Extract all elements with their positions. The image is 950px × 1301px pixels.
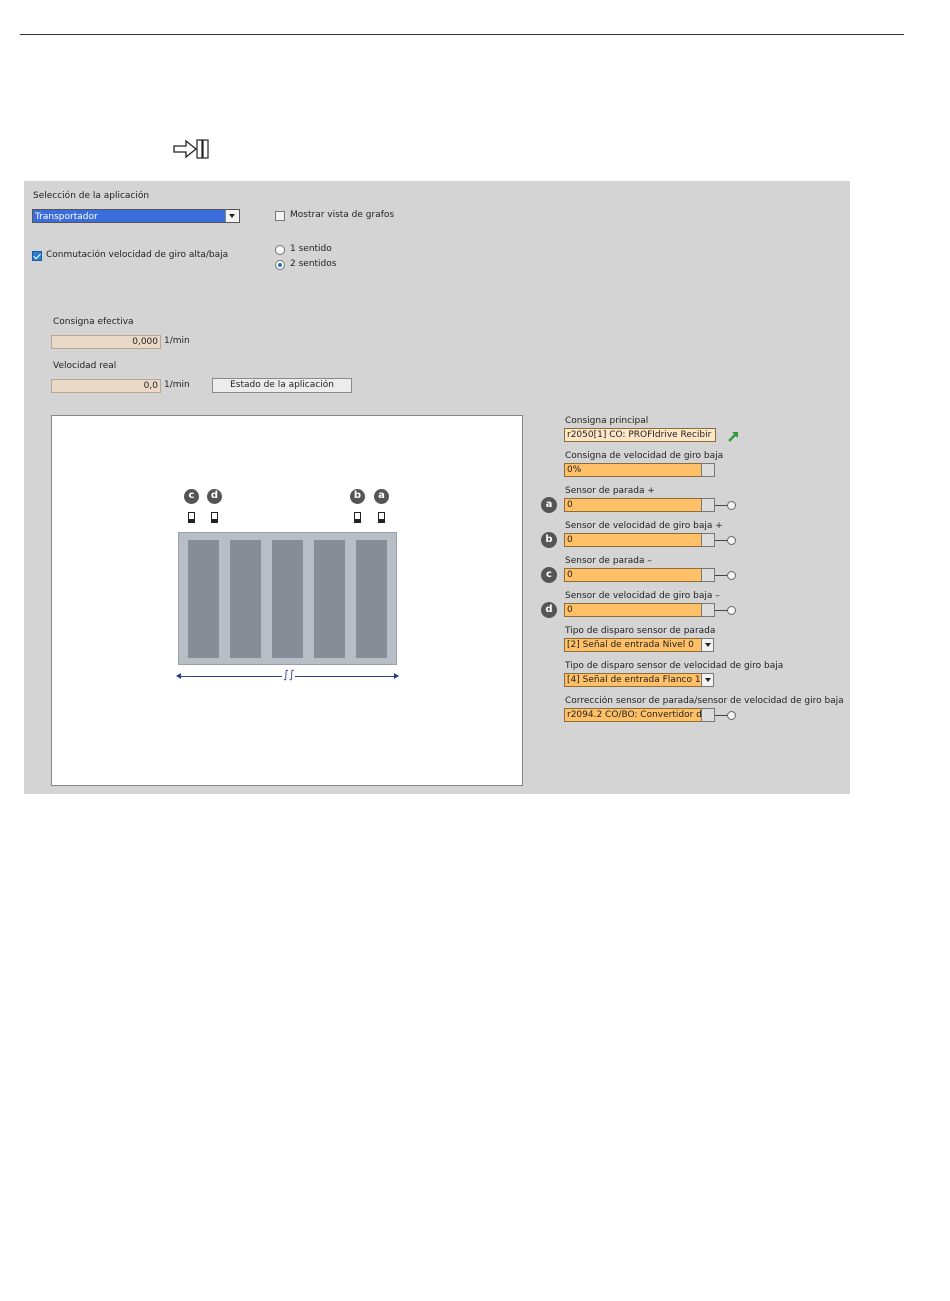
connector-line [715,715,727,716]
low-minus-connector-button[interactable] [701,603,715,617]
low-minus-field[interactable]: 0 [564,603,702,617]
low-speed-setpoint-field[interactable]: 0% [564,463,702,477]
stop-plus-tag: a [541,497,557,513]
line-break-icon: ∫∫ [282,668,296,682]
connector-line [715,540,727,541]
low-minus-label: Sensor de velocidad de giro baja – [565,591,720,601]
low-trigger-dropdown-arrow-icon[interactable] [701,673,714,687]
belt-slat [230,540,261,658]
conveyor-diagram: c d b a ∫∫ [51,415,523,786]
direction-radio-2[interactable] [275,260,285,270]
belt-slat [356,540,387,658]
low-plus-field[interactable]: 0 [564,533,702,547]
app-selection-label: Selección de la aplicación [33,191,150,201]
sensor-tag-c: c [184,489,199,504]
sensor-a-icon [378,512,385,523]
application-status-button[interactable]: Estado de la aplicación [212,378,352,393]
app-selection-dropdown[interactable]: Transportador [32,209,240,223]
low-plus-connector-button[interactable] [701,533,715,547]
left-arrow-icon [176,673,181,679]
direction-radio-1[interactable] [275,245,285,255]
conveyor-belt [178,532,397,665]
low-minus-tag: d [541,602,557,618]
right-arrow-icon [394,673,399,679]
belt-slat [272,540,303,658]
setpoint-connector-button[interactable] [701,463,715,477]
setpoint-label: Consigna efectiva [53,317,134,327]
forward-reference-icon [173,139,209,159]
stop-minus-label: Sensor de parada – [565,556,652,566]
low-plus-tag: b [541,532,557,548]
low-trigger-label: Tipo de disparo sensor de velocidad de g… [565,661,784,671]
actual-speed-label: Velocidad real [53,361,117,371]
stop-trigger-label: Tipo de disparo sensor de parada [565,626,716,636]
speed-switch-label: Conmutación velocidad de giro alta/baja [46,250,229,260]
setpoint-field: 0,000 [51,335,161,349]
stop-plus-label: Sensor de parada + [565,486,655,496]
correction-label: Corrección sensor de parada/sensor de ve… [565,696,844,706]
actual-speed-field: 0,0 [51,379,161,393]
sensor-tag-b: b [350,489,365,504]
correction-field[interactable]: r2094.2 CO/BO: Convertidor de [564,708,702,722]
dropdown-arrow-icon[interactable] [225,210,239,222]
stop-minus-connector-button[interactable] [701,568,715,582]
sensor-tag-d: d [207,489,222,504]
connection-arrow-icon[interactable] [727,429,741,443]
belt-slat [188,540,219,658]
actual-speed-unit: 1/min [164,380,190,390]
header-rule [20,34,904,35]
speed-switch-checkbox[interactable] [32,251,42,261]
graph-view-checkbox[interactable] [275,211,285,221]
sensor-c-icon [188,512,195,523]
correction-connector-button[interactable] [701,708,715,722]
low-speed-setpoint-label: Consigna de velocidad de giro baja [565,451,724,461]
graph-view-label: Mostrar vista de grafos [290,210,395,220]
correction-binector-knob[interactable] [727,711,736,720]
main-setpoint-field[interactable]: r2050[1] CO: PROFIdrive Recibir PZD [564,428,716,442]
stop-plus-connector-button[interactable] [701,498,715,512]
stop-plus-binector-knob[interactable] [727,501,736,510]
setpoint-unit: 1/min [164,336,190,346]
low-plus-label: Sensor de velocidad de giro baja + [565,521,723,531]
low-trigger-dropdown[interactable]: [4] Señal de entrada Flanco 1 [564,673,702,687]
stop-minus-tag: c [541,567,557,583]
stop-trigger-dropdown-arrow-icon[interactable] [701,638,714,652]
direction-option-1: 1 sentido [290,244,332,254]
app-selection-value: Transportador [35,212,98,222]
belt-slat [314,540,345,658]
stop-plus-field[interactable]: 0 [564,498,702,512]
low-plus-binector-knob[interactable] [727,536,736,545]
main-setpoint-label: Consigna principal [565,416,649,426]
low-minus-binector-knob[interactable] [727,606,736,615]
direction-option-2: 2 sentidos [290,259,337,269]
sensor-d-icon [211,512,218,523]
stop-minus-field[interactable]: 0 [564,568,702,582]
connector-line [715,610,727,611]
stop-trigger-dropdown[interactable]: [2] Señal de entrada Nivel 0 [564,638,702,652]
connector-line [715,575,727,576]
sensor-b-icon [354,512,361,523]
application-panel: Selección de la aplicación Transportador… [24,181,850,794]
connector-line [715,505,727,506]
sensor-tag-a: a [374,489,389,504]
stop-minus-binector-knob[interactable] [727,571,736,580]
